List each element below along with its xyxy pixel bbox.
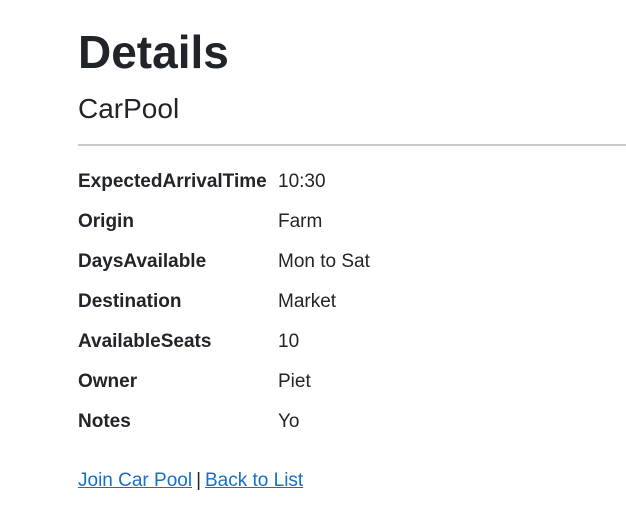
detail-label: Owner xyxy=(78,371,138,392)
detail-value: 10:30 xyxy=(278,171,326,192)
detail-label: ExpectedArrivalTime xyxy=(78,171,267,192)
detail-value: Market xyxy=(278,291,337,312)
action-links: Join Car Pool | Back to List xyxy=(78,470,626,492)
detail-row-notes: Notes Yo xyxy=(78,402,626,442)
detail-row-destination: Destination Market xyxy=(78,282,626,322)
detail-row-origin: Origin Farm xyxy=(78,202,626,242)
divider xyxy=(78,144,626,146)
detail-value: Piet xyxy=(278,371,311,392)
page-title: Details xyxy=(78,26,229,78)
detail-label: Destination xyxy=(78,291,182,312)
detail-value: 10 xyxy=(278,331,300,352)
details-container: Details CarPool ExpectedArrivalTime 10:3… xyxy=(78,0,626,492)
detail-row-expected-arrival-time: ExpectedArrivalTime 10:30 xyxy=(78,162,626,202)
join-car-pool-link[interactable]: Join Car Pool xyxy=(78,470,192,491)
detail-row-available-seats: AvailableSeats 10 xyxy=(78,322,626,362)
entity-subtitle: CarPool xyxy=(78,93,180,124)
detail-row-owner: Owner Piet xyxy=(78,362,626,402)
link-separator: | xyxy=(196,470,201,491)
detail-label: AvailableSeats xyxy=(78,331,212,352)
detail-value: Yo xyxy=(278,411,300,432)
detail-value: Mon to Sat xyxy=(278,251,370,272)
detail-value: Farm xyxy=(278,211,323,232)
details-list: ExpectedArrivalTime 10:30 Origin Farm Da… xyxy=(78,162,626,442)
back-to-list-link[interactable]: Back to List xyxy=(205,470,303,491)
detail-label: Origin xyxy=(78,211,134,232)
detail-label: Notes xyxy=(78,411,131,432)
detail-label: DaysAvailable xyxy=(78,251,207,272)
detail-row-days-available: DaysAvailable Mon to Sat xyxy=(78,242,626,282)
